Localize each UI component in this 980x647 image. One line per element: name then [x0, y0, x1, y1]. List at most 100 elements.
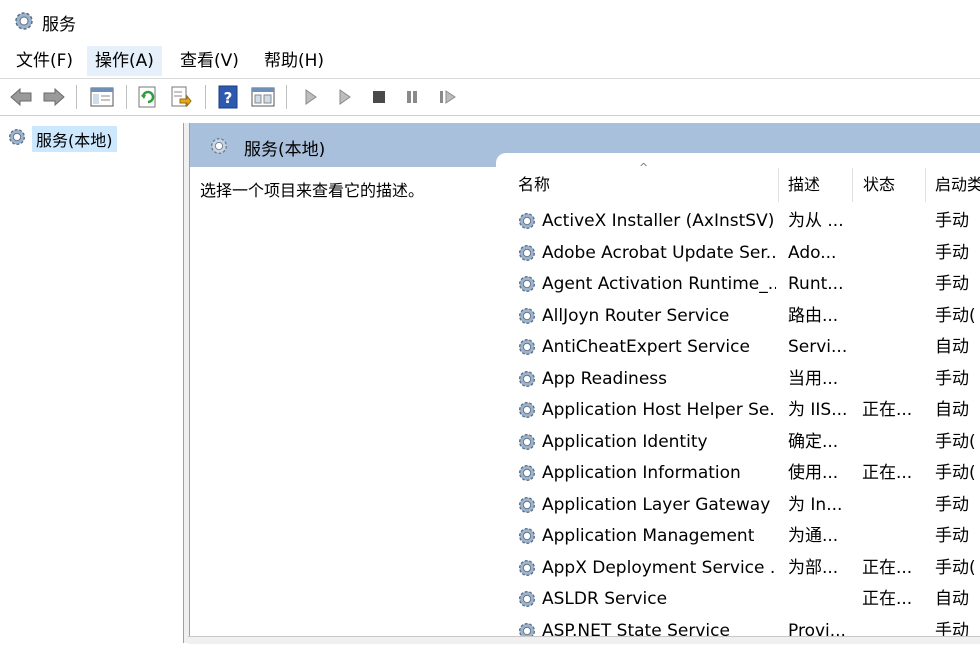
service-status: [862, 269, 922, 300]
table-row[interactable]: Agent Activation Runtime_... Runt... 手动: [496, 269, 980, 300]
service-name: Application Layer Gateway ...: [542, 494, 776, 515]
service-description: Ado...: [788, 242, 837, 263]
table-row[interactable]: Application Layer Gateway ... 为 In... 手动: [496, 490, 980, 521]
service-gear-icon: [516, 273, 538, 300]
service-description: 确定...: [788, 431, 839, 452]
service-name: Agent Activation Runtime_...: [542, 274, 776, 294]
table-row[interactable]: AllJoyn Router Service 路由... 手动(: [496, 301, 980, 332]
properties-icon[interactable]: [250, 84, 276, 110]
column-separator[interactable]: [778, 168, 779, 202]
service-status: [862, 364, 922, 395]
service-gear-icon: [516, 368, 538, 395]
show-hide-console-tree-icon[interactable]: [89, 84, 115, 110]
table-row[interactable]: ActiveX Installer (AxInstSV) 为从 ... 手动: [496, 206, 980, 237]
menu-help[interactable]: 帮助(H): [256, 46, 332, 76]
service-status: 正在...: [862, 557, 913, 578]
svg-text:?: ?: [224, 89, 233, 107]
menu-view[interactable]: 查看(V): [172, 46, 247, 76]
service-gear-icon: [516, 431, 538, 458]
services-gear-icon: [208, 135, 230, 162]
service-status: 正在...: [862, 400, 913, 420]
column-separator[interactable]: [925, 168, 926, 202]
table-row[interactable]: Application Information 使用... 正在... 手动(: [496, 458, 980, 489]
toolbar-separator: [76, 85, 77, 109]
service-startup-type: 自动: [935, 400, 969, 420]
service-name: ASLDR Service: [542, 589, 668, 609]
services-gear-icon: [6, 126, 28, 153]
table-row[interactable]: Application Host Helper Se... 为 IIS... 正在.…: [496, 395, 980, 426]
service-startup-type: 手动: [935, 211, 969, 231]
pause-service-icon[interactable]: [399, 84, 425, 110]
service-status: [862, 521, 922, 552]
table-row[interactable]: App Readiness 当用... 手动: [496, 364, 980, 395]
service-description: 为部...: [788, 557, 839, 578]
service-startup-type: 手动: [935, 274, 969, 294]
tree-item-label: 服务(本地): [32, 126, 117, 152]
pane-header-title: 服务(本地): [244, 140, 326, 160]
service-startup-type: 自动: [935, 337, 969, 357]
tree-item-services-local[interactable]: 服务(本地): [6, 126, 117, 153]
service-gear-icon: [516, 210, 538, 237]
service-startup-type: 手动: [935, 368, 969, 389]
service-status: 正在...: [862, 589, 913, 609]
service-startup-type: 自动: [935, 589, 969, 609]
service-gear-icon: [516, 588, 538, 615]
service-description: 为从 ...: [788, 211, 844, 231]
resume-service-icon[interactable]: [435, 84, 461, 110]
column-header-startup-type[interactable]: 启动类: [935, 167, 980, 203]
table-row[interactable]: Application Management 为通... 手动: [496, 521, 980, 552]
service-description: Runt...: [788, 274, 844, 294]
menu-action[interactable]: 操作(A): [87, 46, 162, 76]
menu-file[interactable]: 文件(F): [8, 46, 81, 76]
forward-arrow-icon[interactable]: [41, 84, 67, 110]
service-name: App Readiness: [542, 368, 668, 389]
service-name: AntiCheatExpert Service: [542, 337, 750, 357]
service-description: 路由...: [788, 305, 839, 326]
service-description: Servi...: [788, 337, 848, 357]
service-description: 当用...: [788, 368, 839, 389]
table-row[interactable]: AppX Deployment Service ... 为部... 正在... 手动(: [496, 553, 980, 584]
window-title: 服务: [42, 15, 76, 35]
service-name: Application Identity: [542, 431, 708, 452]
table-row[interactable]: AntiCheatExpert Service Servi... 自动: [496, 332, 980, 363]
description-panel: 选择一个项目来查看它的描述。: [190, 167, 496, 643]
service-gear-icon: [516, 462, 538, 489]
service-gear-icon: [516, 305, 538, 332]
column-header-status[interactable]: 状态: [863, 167, 923, 203]
start-service-alt-icon[interactable]: [332, 84, 358, 110]
help-icon[interactable]: ?: [215, 84, 241, 110]
refresh-icon[interactable]: [135, 84, 161, 110]
service-status: [862, 238, 922, 269]
service-gear-icon: [516, 336, 538, 363]
service-name: Adobe Acrobat Update Ser...: [542, 242, 776, 263]
start-service-icon[interactable]: [298, 84, 324, 110]
service-description: 为 In...: [788, 494, 843, 515]
title-bar: 服务: [0, 0, 980, 44]
service-name: AllJoyn Router Service: [542, 305, 730, 326]
service-name: Application Host Helper Se...: [542, 400, 776, 420]
service-startup-type: 手动(: [935, 463, 976, 483]
service-name: AppX Deployment Service ...: [542, 557, 776, 578]
services-list: ^ 名称 描述 状态 启动类 ActiveX Installer (AxInst…: [496, 153, 980, 643]
services-gear-icon: [12, 9, 36, 38]
service-status: [862, 427, 922, 458]
service-startup-type: 手动: [935, 526, 969, 546]
service-startup-type: 手动(: [935, 305, 976, 326]
console-tree: 服务(本地): [0, 123, 184, 643]
export-list-icon[interactable]: [168, 84, 194, 110]
column-header-name[interactable]: 名称: [518, 167, 770, 203]
service-status: [862, 332, 922, 363]
table-row[interactable]: Application Identity 确定... 手动(: [496, 427, 980, 458]
service-description: 使用...: [788, 463, 839, 483]
column-separator[interactable]: [852, 168, 853, 202]
description-hint: 选择一个项目来查看它的描述。: [200, 181, 425, 200]
back-arrow-icon[interactable]: [8, 84, 34, 110]
service-description: 为通...: [788, 526, 839, 546]
table-row[interactable]: ASLDR Service 正在... 自动: [496, 584, 980, 615]
stop-service-icon[interactable]: [366, 84, 392, 110]
service-gear-icon: [516, 525, 538, 552]
table-row[interactable]: Adobe Acrobat Update Ser... Ado... 手动: [496, 238, 980, 269]
toolbar-separator: [205, 85, 206, 109]
menu-bar: 文件(F) 操作(A) 查看(V) 帮助(H): [0, 44, 980, 79]
column-header-description[interactable]: 描述: [788, 167, 848, 203]
